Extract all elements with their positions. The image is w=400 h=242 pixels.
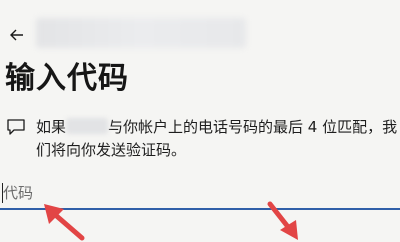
annotation-arrow-right [267, 201, 298, 240]
message-icon [7, 119, 25, 135]
message-text-before: 如果 [36, 118, 67, 136]
text-caret [2, 183, 3, 203]
arrow-left-icon [10, 29, 23, 41]
verification-message: 如果 与你帐户上的电话号码的最后 4 位匹配，我们将向你发送验证码。 [36, 116, 398, 162]
account-redaction [36, 18, 246, 48]
page-title: 输入代码 [5, 61, 129, 96]
annotation-arrow-left [44, 204, 85, 241]
back-button[interactable] [8, 26, 26, 44]
phone-number-redaction [66, 118, 109, 134]
